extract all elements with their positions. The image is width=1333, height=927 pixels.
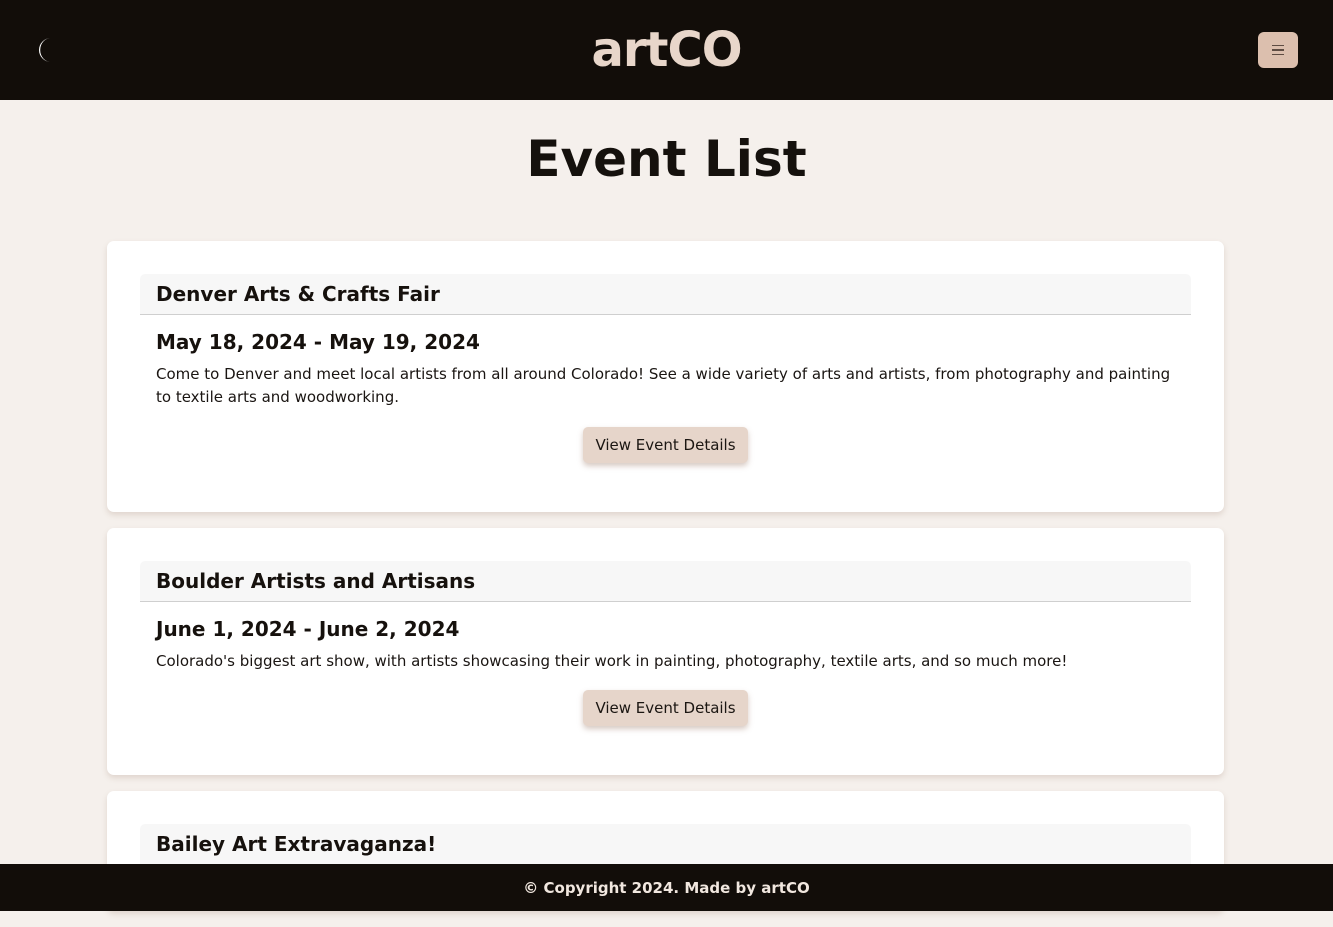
event-dates: May 18, 2024 - May 19, 2024	[156, 330, 480, 354]
event-card: Denver Arts & Crafts Fair May 18, 2024 -…	[107, 241, 1224, 512]
event-title: Denver Arts & Crafts Fair	[140, 274, 1191, 315]
copyright-text: © Copyright 2024. Made by artCO	[523, 878, 810, 897]
view-event-details-button[interactable]: View Event Details	[583, 690, 748, 726]
event-body: June 1, 2024 - June 2, 2024 Colorado's b…	[140, 602, 1191, 726]
hamburger-menu-icon[interactable]	[1258, 32, 1298, 68]
event-title: Bailey Art Extravaganza!	[140, 824, 1191, 865]
page-title: Event List	[526, 130, 807, 188]
footer: © Copyright 2024. Made by artCO	[0, 864, 1333, 911]
event-description: Come to Denver and meet local artists fr…	[156, 365, 1171, 406]
moon-icon[interactable]	[36, 36, 60, 64]
event-dates: June 1, 2024 - June 2, 2024	[156, 617, 460, 641]
view-event-details-button[interactable]: View Event Details	[583, 427, 748, 463]
event-description: Colorado's biggest art show, with artist…	[156, 652, 1068, 670]
brand-logo[interactable]: artCO	[591, 22, 742, 78]
event-list: Denver Arts & Crafts Fair May 18, 2024 -…	[107, 241, 1224, 927]
event-body: May 18, 2024 - May 19, 2024 Come to Denv…	[140, 315, 1191, 463]
event-card: Boulder Artists and Artisans June 1, 202…	[107, 528, 1224, 775]
event-title: Boulder Artists and Artisans	[140, 561, 1191, 602]
navbar: artCO	[0, 0, 1333, 100]
